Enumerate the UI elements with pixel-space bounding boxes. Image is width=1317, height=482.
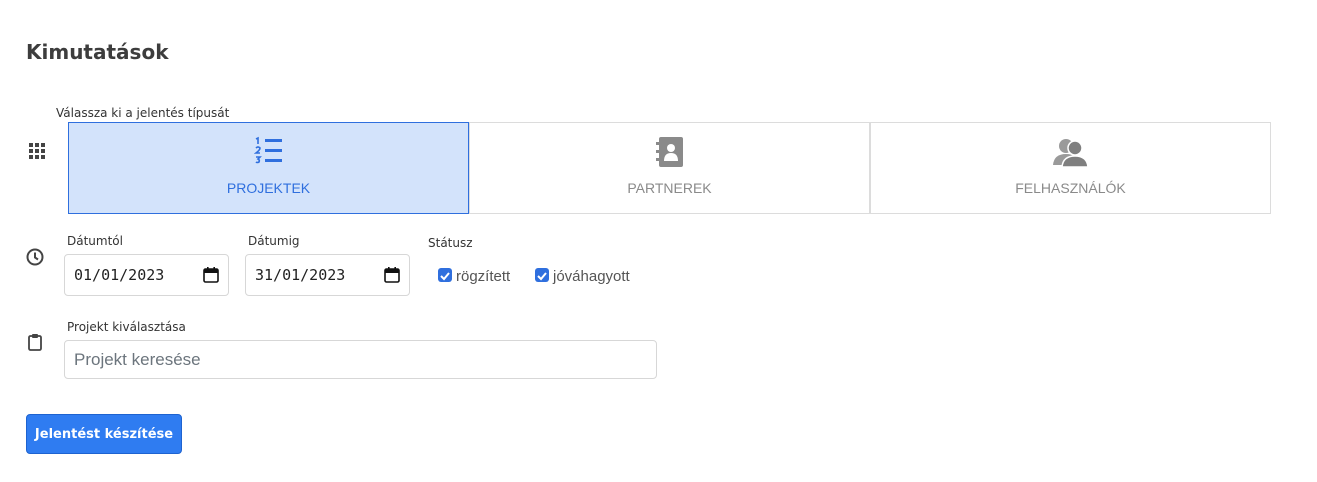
contact-book-icon <box>655 137 684 171</box>
tile-label: FELHASZNÁLÓK <box>1015 180 1126 196</box>
report-type-felhasznalok[interactable]: FELHASZNÁLÓK <box>870 122 1271 214</box>
status-jovahagyott-label[interactable]: jóváhagyott <box>553 268 630 285</box>
tile-label: PROJEKTEK <box>226 180 311 196</box>
users-icon <box>1052 137 1089 171</box>
date-from-value: 01/01/2023 <box>74 266 165 284</box>
tile-label: PARTNEREK <box>627 180 712 196</box>
grid-icon <box>29 143 45 163</box>
status-jovahagyott-checkbox[interactable] <box>535 268 549 282</box>
calendar-icon[interactable] <box>203 267 219 287</box>
date-to-label: Dátumig <box>248 234 300 248</box>
date-from-input[interactable]: 01/01/2023 <box>64 254 229 296</box>
project-search-placeholder: Projekt keresése <box>74 350 201 369</box>
create-report-button[interactable]: Jelentést készítése <box>26 414 182 454</box>
report-type-partnerek[interactable]: PARTNEREK <box>469 122 870 214</box>
date-from-label: Dátumtól <box>67 234 123 248</box>
status-rogzitett-checkbox[interactable] <box>438 268 452 282</box>
status-label: Státusz <box>428 236 473 250</box>
date-to-input[interactable]: 31/01/2023 <box>245 254 410 296</box>
report-type-label: Válassza ki a jelentés típusát <box>56 106 230 120</box>
page-title: Kimutatások <box>26 40 169 64</box>
clipboard-icon <box>28 333 42 355</box>
status-rogzitett-label[interactable]: rögzített <box>456 268 510 285</box>
clock-icon <box>26 248 44 270</box>
calendar-icon[interactable] <box>384 267 400 287</box>
date-to-value: 31/01/2023 <box>255 266 346 284</box>
project-search-input[interactable]: Projekt keresése <box>64 340 657 379</box>
numbered-list-icon <box>253 136 284 170</box>
project-label: Projekt kiválasztása <box>67 320 186 334</box>
report-type-projektek[interactable]: PROJEKTEK <box>68 122 469 214</box>
